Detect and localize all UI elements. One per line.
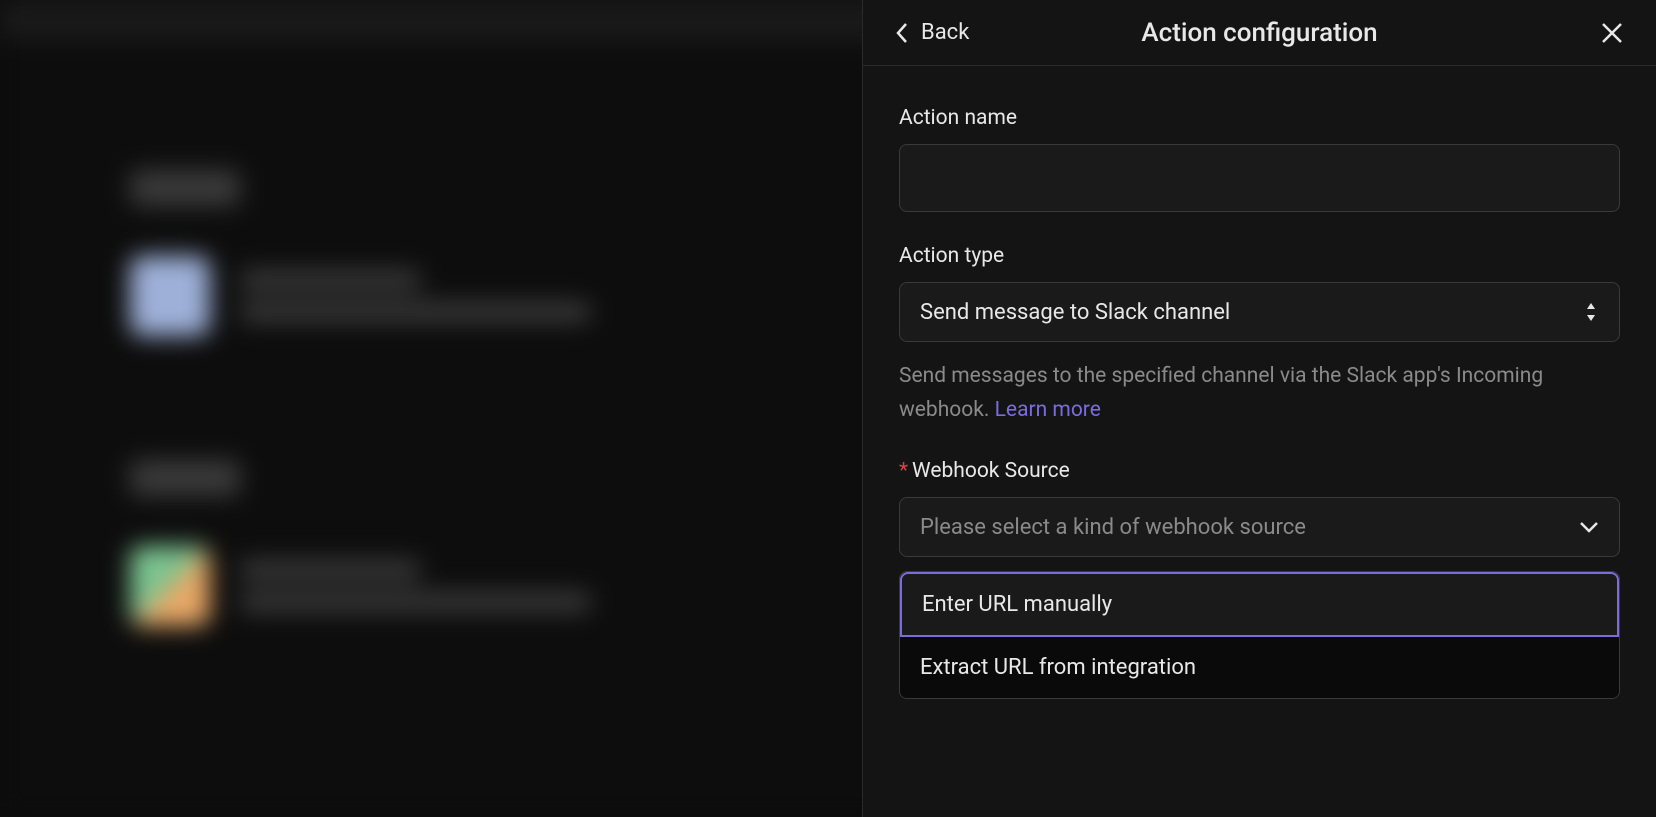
expand-icon [1583, 300, 1599, 324]
learn-more-link[interactable]: Learn more [995, 398, 1101, 422]
panel-header: Back Action configuration [863, 0, 1656, 66]
action-configuration-panel: Back Action configuration Action name Ac… [862, 0, 1656, 817]
webhook-source-dropdown: Enter URL manually Extract URL from inte… [899, 571, 1620, 699]
close-button[interactable] [1600, 21, 1624, 45]
required-asterisk: * [899, 459, 908, 483]
webhook-source-field-group: *Webhook Source Please select a kind of … [899, 459, 1620, 699]
back-button[interactable]: Back [895, 20, 969, 45]
webhook-source-select[interactable]: Please select a kind of webhook source [899, 497, 1620, 557]
action-name-field-group: Action name [899, 106, 1620, 212]
action-type-select[interactable]: Send message to Slack channel [899, 282, 1620, 342]
action-type-field-group: Action type Send message to Slack channe… [899, 244, 1620, 342]
action-type-label: Action type [899, 244, 1620, 268]
panel-title: Action configuration [1141, 18, 1377, 48]
action-name-label: Action name [899, 106, 1620, 130]
webhook-source-label: *Webhook Source [899, 459, 1620, 483]
chevron-down-icon [1579, 520, 1599, 534]
close-icon [1600, 21, 1624, 45]
action-name-input[interactable] [899, 144, 1620, 212]
panel-body: Action name Action type Send message to … [863, 66, 1656, 739]
webhook-source-placeholder: Please select a kind of webhook source [920, 515, 1306, 540]
dropdown-option-integration[interactable]: Extract URL from integration [900, 637, 1619, 698]
back-label: Back [921, 20, 969, 45]
action-type-value: Send message to Slack channel [920, 300, 1230, 325]
dropdown-option-manual[interactable]: Enter URL manually [900, 572, 1619, 637]
chevron-left-icon [895, 22, 909, 44]
action-type-helper: Send messages to the specified channel v… [899, 360, 1620, 427]
